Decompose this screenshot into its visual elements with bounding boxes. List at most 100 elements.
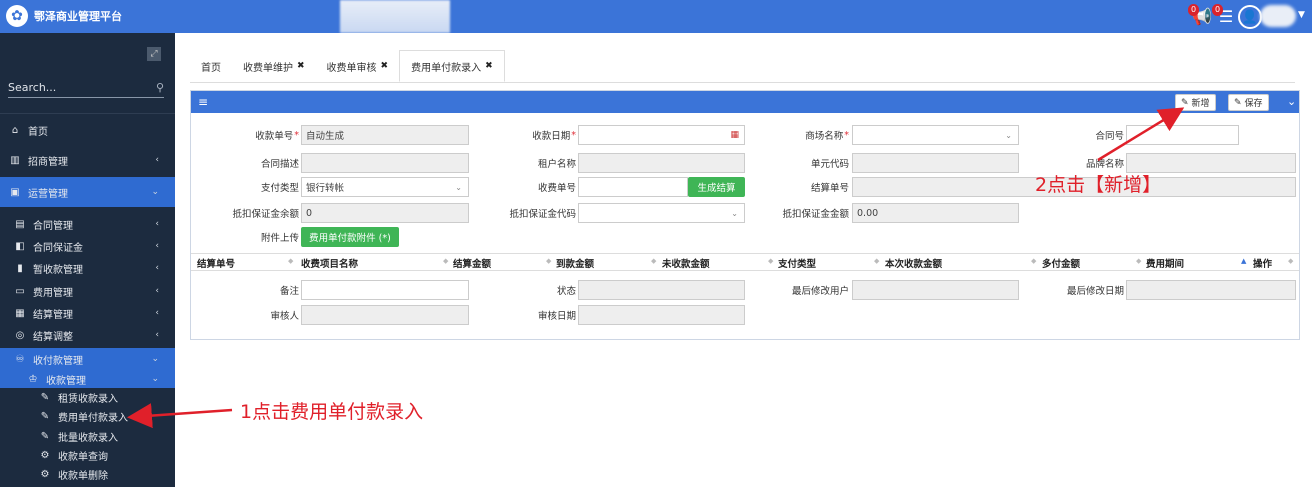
sort-icon[interactable]: ◆ [1288,257,1293,265]
avatar[interactable]: 👤 [1238,5,1262,29]
search-icon[interactable]: ⚲ [156,81,164,94]
column-header[interactable]: 结算单号 [197,254,235,271]
home-icon: ⌂ [11,124,19,136]
sidebar-item-settlement[interactable]: ▦ 结算管理 ‹ [0,302,175,324]
sidebar-search: ⚲ [8,78,164,98]
edit-icon: ✎ [40,411,50,422]
sidebar-item-leasing[interactable]: ▥ 招商管理 ‹ [0,149,175,171]
last-modifier-field [852,280,1019,300]
calendar-icon[interactable]: ▦ [730,130,739,140]
chevron-down-icon[interactable]: ⌄ [1287,95,1296,108]
logo-icon: ✿ [6,5,28,27]
receipt-icon: ♔ [28,373,38,385]
sidebar-item-label: 合同保证金 [33,242,83,254]
column-header[interactable]: 操作 [1253,254,1272,271]
attachment-upload-button[interactable]: 费用单付款附件 (*) [301,227,399,247]
column-header[interactable]: 结算金额 [453,254,491,271]
remark-field[interactable] [301,280,469,300]
sort-icon[interactable]: ◆ [546,257,551,265]
generate-settlement-button[interactable]: 生成结算 [688,177,745,197]
tenant-name-field [578,153,745,173]
chevron-down-icon: ⌄ [151,374,159,384]
status-label: 状态 [556,286,576,297]
receipt-no-label: 收款单号 * [255,129,299,143]
sidebar-item-home[interactable]: ⌂ 首页 [0,119,175,141]
sidebar-item-label: 收款单删除 [58,471,108,482]
auditor-label: 审核人 [270,311,299,322]
sidebar-item-lease-receipt-entry[interactable]: ✎ 租赁收款录入 [0,388,175,407]
notification-messages[interactable]: ☰ 0 [1212,4,1238,27]
column-header[interactable]: 未收款金额 [662,254,710,271]
close-icon[interactable]: ✖ [381,61,389,71]
chevron-left-icon: ‹ [155,155,159,165]
attachment-label: 附件上传 [260,233,299,244]
tab-home[interactable]: 首页 [190,50,232,82]
chevron-down-icon: ⌄ [151,187,159,197]
sort-icon[interactable]: ◆ [874,257,879,265]
sidebar-item-receipt[interactable]: ♔ 收款管理 ⌄ [0,370,175,388]
sort-icon[interactable]: ◆ [768,257,773,265]
fee-icon: ▭ [15,285,25,297]
notification-megaphone[interactable]: 📢 0 [1188,4,1214,27]
sort-icon[interactable]: ◆ [443,257,448,265]
sidebar: ⤢ ⚲ ⌂ 首页 ▥ 招商管理 ‹ ▣ 运营管理 ⌄ ▤ 合同管理 ‹ ◧ 合同… [0,33,175,487]
save-button[interactable]: ✎ 保存 [1228,94,1269,111]
sidebar-item-contract-deposit[interactable]: ◧ 合同保证金 ‹ [0,235,175,257]
charge-no-field[interactable] [578,177,688,197]
sort-icon[interactable]: ◆ [1031,257,1036,265]
sidebar-item-contract[interactable]: ▤ 合同管理 ‹ [0,213,175,235]
sidebar-item-label: 批量收款录入 [58,433,118,444]
sidebar-item-settlement-adjust[interactable]: ◎ 结算调整 ‹ [0,324,175,346]
add-button[interactable]: ✎ 新增 [1175,94,1216,111]
sidebar-item-batch-receipt-entry[interactable]: ✎ 批量收款录入 [0,427,175,446]
sidebar-item-label: 招商管理 [28,156,68,168]
app-title: 鄂泽商业管理平台 [34,10,122,23]
last-modifier-label: 最后修改用户 [791,286,849,297]
settlement-icon: ▦ [15,307,25,319]
sidebar-item-operations[interactable]: ▣ 运营管理 ⌄ [0,177,175,207]
sort-icon[interactable]: ◆ [651,257,656,265]
edit-icon: ✎ [40,431,50,442]
close-icon[interactable]: ✖ [297,61,305,71]
collapse-sidebar-button[interactable]: ⤢ [147,47,161,61]
chevron-down-icon[interactable]: ▼ [1298,10,1305,20]
sort-icon[interactable]: ◆ [1136,257,1141,265]
payment-type-select[interactable]: 银行转帐 ⌄ [301,177,469,197]
tab-charge-maintenance[interactable]: 收费单维护 ✖ [232,50,316,82]
tab-fee-payment-entry[interactable]: 费用单付款录入 ✖ [399,50,505,82]
building-icon: ▥ [10,154,20,166]
sidebar-item-receipt-delete[interactable]: ⚙ 收款单删除 [0,465,175,484]
sidebar-item-payment[interactable]: ♾ 收付款管理 ⌄ [0,348,175,370]
mall-name-select[interactable]: ⌄ [852,125,1019,145]
sidebar-item-receipt-query[interactable]: ⚙ 收款单查询 [0,446,175,465]
column-header[interactable]: 收费项目名称 [301,254,358,271]
sidebar-item-label: 费用单付款录入 [58,413,128,424]
sidebar-item-label: 合同管理 [33,220,73,232]
receipt-date-field[interactable]: ▦ [578,125,745,145]
column-header[interactable]: 本次收款金额 [885,254,942,271]
column-header[interactable]: 费用期间 [1146,254,1184,271]
contract-desc-label: 合同描述 [260,159,299,170]
contract-no-field[interactable] [1126,125,1239,145]
sort-asc-icon[interactable]: ▲ [1241,257,1246,265]
notification-badge: 0 [1188,4,1200,16]
chevron-left-icon: ‹ [155,308,159,318]
deposit-amount-field: 0.00 [852,203,1019,223]
column-header[interactable]: 多付金额 [1042,254,1080,271]
query-icon: ⚙ [40,450,50,461]
deposit-code-select[interactable]: ⌄ [578,203,745,223]
last-modified-date-label: 最后修改日期 [1066,286,1124,297]
column-header[interactable]: 到款金额 [556,254,594,271]
brand[interactable]: ✿ 鄂泽商业管理平台 [6,5,122,27]
sidebar-item-temp-receipt[interactable]: ▮ 暂收款管理 ‹ [0,257,175,279]
sort-icon[interactable]: ◆ [288,257,293,265]
close-icon[interactable]: ✖ [485,61,493,71]
sidebar-item-fee[interactable]: ▭ 费用管理 ‹ [0,280,175,302]
chevron-left-icon: ‹ [155,330,159,340]
menu-icon[interactable]: ≡ [198,95,208,109]
search-input[interactable] [8,81,138,94]
column-header[interactable]: 支付类型 [778,254,816,271]
sidebar-item-fee-payment-entry[interactable]: ✎ 费用单付款录入 [0,407,175,426]
tab-charge-audit[interactable]: 收费单审核 ✖ [316,50,400,82]
annotation-step1: 1点击费用单付款录入 [240,401,424,423]
